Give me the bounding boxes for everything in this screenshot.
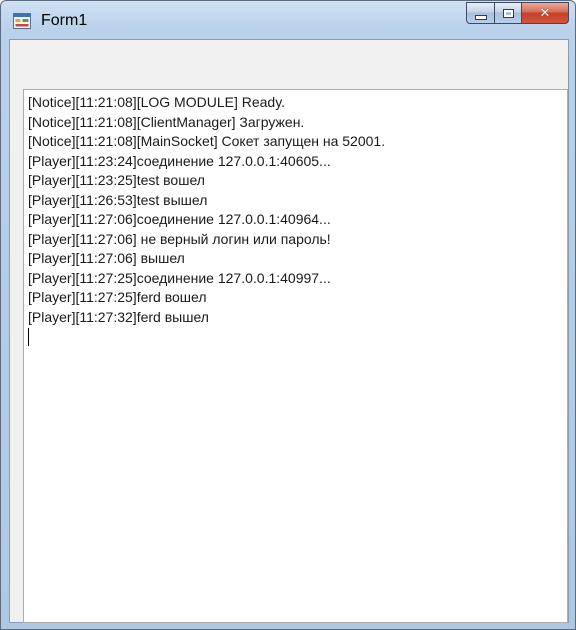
close-icon: ✕ [539, 5, 551, 21]
minimize-button[interactable] [466, 2, 495, 24]
log-line: [Player][11:27:25]соединение 127.0.0.1:4… [28, 269, 331, 286]
maximize-icon [502, 8, 514, 18]
window-title: Form1 [41, 12, 88, 29]
log-textbox[interactable]: [Notice][11:21:08][LOG MODULE] Ready. [No… [23, 89, 568, 623]
app-form-icon [13, 13, 31, 29]
log-line: [Player][11:27:06] не верный логин или п… [28, 230, 331, 247]
log-line: [Player][11:23:25]test вошел [28, 172, 205, 188]
title-bar[interactable]: Form1 ✕ [1, 1, 575, 39]
log-line: [Notice][11:21:08][LOG MODULE] Ready. [28, 94, 286, 110]
log-line: [Player][11:23:24]соединение 127.0.0.1:4… [28, 152, 331, 169]
close-button[interactable]: ✕ [522, 2, 569, 24]
log-line: [Notice][11:21:08][ClientManager] Загруж… [28, 113, 305, 130]
log-line: [Player][11:27:06]соединение 127.0.0.1:4… [28, 211, 331, 227]
app-window: Form1 ✕ [Notice][11:21:08][LOG MODULE] R… [0, 0, 576, 630]
log-line: [Notice][11:21:08][MainSocket] Сокет зап… [28, 133, 386, 149]
log-line: [Player][11:26:53]test вышел [28, 191, 208, 208]
caption-buttons: ✕ [466, 2, 569, 24]
minimize-icon [474, 14, 487, 20]
maximize-button[interactable] [495, 2, 522, 24]
log-line: [Player][11:27:25]ferd вошел [28, 289, 207, 305]
log-line: [Player][11:27:32]ferd вышел [28, 308, 209, 325]
log-line: [Player][11:27:06] вышел [28, 250, 185, 266]
log-lines: [Notice][11:21:08][LOG MODULE] Ready. [No… [28, 93, 567, 327]
text-caret [28, 328, 29, 346]
